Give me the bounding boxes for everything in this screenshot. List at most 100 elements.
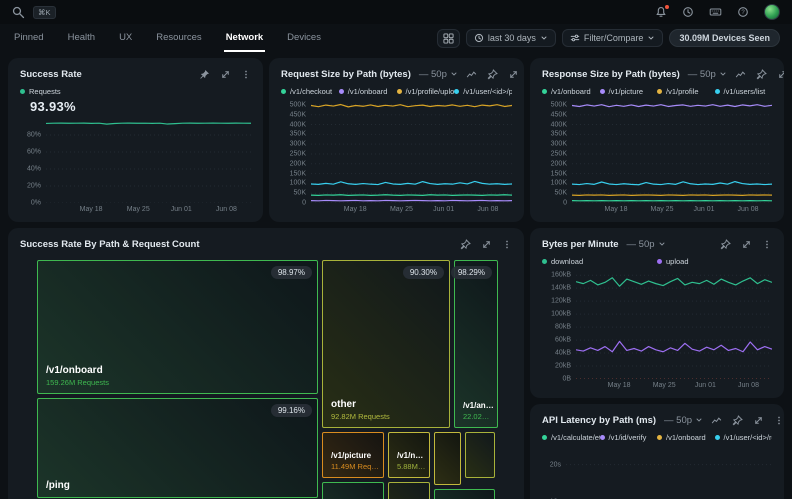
y-axis-tick: 50K — [294, 190, 306, 197]
treemap-node[interactable] — [465, 432, 495, 478]
legend-item[interactable]: Requests — [20, 87, 251, 96]
kebab-menu-icon[interactable] — [502, 239, 512, 250]
x-axis-tick: Jun 08 — [738, 382, 759, 389]
user-avatar[interactable] — [764, 4, 780, 20]
legend-dot — [339, 89, 344, 94]
chevron-down-icon — [719, 70, 727, 78]
treemap-node-ping[interactable]: 99.16%/ping — [37, 398, 318, 498]
layout-grid-button[interactable] — [437, 29, 460, 48]
pin-icon[interactable] — [732, 415, 743, 426]
x-axis-tick: Jun 01 — [693, 206, 714, 213]
y-axis-tick: 500K — [551, 101, 567, 108]
kebab-menu-icon[interactable] — [762, 239, 772, 250]
y-axis-tick: 400K — [551, 121, 567, 128]
legend-item[interactable]: /v1/user/<id>/rem... — [715, 433, 773, 442]
legend-item[interactable]: /v1/id/verify — [600, 433, 658, 442]
treemap-node[interactable] — [388, 482, 430, 499]
treemap-node-label: other92.82M Requests — [331, 399, 446, 421]
pin-icon[interactable] — [460, 239, 471, 250]
legend-item[interactable]: upload — [657, 257, 772, 266]
card-response-size: Response Size by Path (bytes) — 50p — [530, 58, 784, 222]
legend-item[interactable]: download — [542, 257, 657, 266]
kebab-menu-icon[interactable] — [774, 415, 784, 426]
pin-icon[interactable] — [487, 69, 498, 80]
percentile-dropdown[interactable]: — 50p — [688, 69, 727, 80]
y-axis-tick: 400K — [290, 121, 306, 128]
path-label: /v1/ana... — [463, 401, 494, 410]
percentile-dropdown[interactable]: — 50p — [419, 69, 458, 80]
legend-dot — [281, 89, 286, 94]
legend-label: /v1/checkout — [290, 87, 332, 96]
card-title: API Latency by Path (ms) — [542, 415, 656, 426]
tab-resources[interactable]: Resources — [154, 24, 203, 52]
tab-health[interactable]: Health — [66, 24, 97, 52]
tab-network[interactable]: Network — [224, 24, 265, 52]
expand-icon[interactable] — [481, 239, 492, 250]
legend-dot — [600, 435, 605, 440]
legend-item[interactable]: /v1/profile — [657, 87, 715, 96]
treemap-node-label: /v1/notifi...5.88M Requ... — [397, 451, 426, 471]
treemap-node-v1-notifi[interactable]: /v1/notifi...5.88M Requ... — [388, 432, 430, 478]
tab-pinned[interactable]: Pinned — [12, 24, 46, 52]
percentile-dropdown[interactable]: — 50p — [664, 415, 703, 426]
legend-item[interactable]: /v1/checkout — [281, 87, 339, 96]
history-clock-icon[interactable] — [682, 6, 694, 18]
legend-dot — [20, 89, 25, 94]
time-range-dropdown[interactable]: last 30 days — [466, 29, 556, 47]
treemap-node-other[interactable]: 90.30%other92.82M Requests — [322, 260, 450, 428]
help-icon[interactable]: ? — [737, 6, 749, 18]
legend-dot — [715, 89, 720, 94]
response-size-chart: 500K450K400K350K300K250K200K150K100K50K0… — [542, 100, 772, 216]
treemap-node[interactable] — [434, 432, 461, 485]
legend-item[interactable]: /v1/picture — [600, 87, 658, 96]
time-range-label: last 30 days — [488, 33, 536, 43]
legend-dot — [542, 89, 547, 94]
pin-icon[interactable] — [720, 239, 731, 250]
x-axis-tick: May 25 — [653, 382, 676, 389]
tab-devices[interactable]: Devices — [285, 24, 323, 52]
expand-icon[interactable] — [777, 69, 784, 80]
y-axis-tick: 250K — [551, 150, 567, 157]
y-axis-tick: 40% — [27, 166, 41, 173]
expand-icon[interactable] — [508, 69, 519, 80]
chevron-down-icon — [450, 70, 458, 78]
legend-item[interactable]: /v1/user/<id>/profile — [454, 87, 512, 96]
legend-item[interactable]: /v1/users/list — [715, 87, 773, 96]
percentile-dropdown[interactable]: — 50p — [627, 239, 666, 250]
y-axis-tick: 20kB — [555, 363, 571, 370]
legend: Requests — [20, 87, 251, 96]
kebab-menu-icon[interactable] — [241, 69, 251, 80]
legend-item[interactable]: /v1/calculate/eta — [542, 433, 600, 442]
legend-dot — [542, 259, 547, 264]
card-success-by-path: Success Rate By Path & Request Count 98.… — [8, 228, 524, 499]
treemap-node-v1-picture[interactable]: /v1/picture11.49M Requests — [322, 432, 384, 478]
request-size-chart: 500K450K400K350K300K250K200K150K100K50K0… — [281, 100, 512, 216]
card-request-size: Request Size by Path (bytes) — 50p — [269, 58, 524, 222]
filter-compare-dropdown[interactable]: Filter/Compare — [562, 29, 664, 47]
devices-seen-badge[interactable]: 30.09M Devices Seen — [669, 29, 780, 47]
search-icon[interactable] — [12, 6, 25, 19]
notifications-bell-icon[interactable] — [655, 6, 667, 18]
keyboard-shortcuts-icon[interactable] — [709, 6, 722, 18]
legend-item[interactable]: /v1/onboard — [339, 87, 397, 96]
treemap-node-v1-ana[interactable]: 98.29%/v1/ana...22.02M Re... — [454, 260, 498, 428]
chart-type-icon[interactable] — [711, 415, 722, 426]
legend-item[interactable]: /v1/onboard — [657, 433, 715, 442]
tab-ux[interactable]: UX — [117, 24, 134, 52]
success-rate-badge: 99.16% — [271, 404, 312, 417]
legend: /v1/onboard/v1/picture/v1/profile/v1/use… — [542, 87, 772, 96]
expand-icon[interactable] — [753, 415, 764, 426]
treemap-node[interactable] — [434, 489, 495, 499]
pin-icon[interactable] — [756, 69, 767, 80]
chart-type-icon[interactable] — [466, 69, 477, 80]
y-axis-tick: 80% — [27, 132, 41, 139]
legend-item[interactable]: /v1/onboard — [542, 87, 600, 96]
x-axis-tick: Jun 01 — [695, 382, 716, 389]
chart-type-icon[interactable] — [735, 69, 746, 80]
pin-icon[interactable] — [199, 69, 210, 80]
treemap-node[interactable] — [322, 482, 384, 499]
legend-item[interactable]: /v1/profile/upload — [397, 87, 455, 96]
expand-icon[interactable] — [220, 69, 231, 80]
expand-icon[interactable] — [741, 239, 752, 250]
treemap-node-v1-onboard[interactable]: 98.97%/v1/onboard159.26M Requests — [37, 260, 318, 394]
